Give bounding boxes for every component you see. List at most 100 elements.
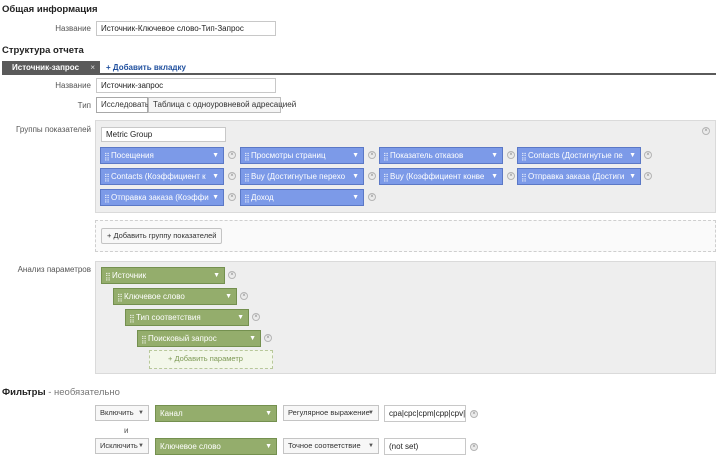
metric-chip-label: Отправка заказа (Достиги xyxy=(528,172,625,181)
chevron-down-icon[interactable]: ▼ xyxy=(265,406,272,421)
metric-chip-label: Contacts (Достигнутые пе xyxy=(528,151,623,160)
drag-handle-icon[interactable]: ⣿ xyxy=(383,170,389,184)
chevron-down-icon[interactable]: ▼ xyxy=(249,331,256,346)
metric-remove-icon[interactable]: × xyxy=(507,172,515,180)
drag-handle-icon[interactable]: ⣿ xyxy=(244,149,250,163)
chevron-down-icon[interactable]: ▼ xyxy=(629,169,636,184)
drag-handle-icon[interactable]: ⣿ xyxy=(141,332,147,346)
dimension-chip[interactable]: ⣿ Источник ▼ xyxy=(101,267,225,284)
metric-chip-label: Buy (Достигнутые перехо xyxy=(251,172,346,181)
filters-title: Фильтры xyxy=(2,387,46,398)
add-metric-group-button[interactable]: + Добавить группу показателей xyxy=(101,228,223,244)
drag-handle-icon[interactable]: ⣿ xyxy=(521,149,527,163)
chevron-down-icon[interactable]: ▼ xyxy=(265,439,272,454)
metric-chip-label: Отправка заказа (Коэффи xyxy=(111,193,209,202)
tab-close-icon[interactable]: × xyxy=(90,61,95,74)
metric-chip[interactable]: ⣿ Contacts (Достигнутые пе ▼ xyxy=(517,147,641,164)
metric-remove-icon[interactable]: × xyxy=(507,151,515,159)
metric-remove-icon[interactable]: × xyxy=(644,151,652,159)
metric-chip-label: Contacts (Коэффициент к xyxy=(111,172,206,181)
filter-value-input[interactable]: cpa|cpc|cpm|cpp|cpv|pc xyxy=(384,405,466,422)
filter-match-select[interactable]: Регулярное выражение ▼ xyxy=(283,405,379,421)
chevron-down-icon[interactable]: ▼ xyxy=(352,169,359,184)
drag-handle-icon[interactable]: ⣿ xyxy=(244,170,250,184)
filter-value-input[interactable]: (not set) xyxy=(384,438,466,455)
add-dimension-button[interactable]: + Добавить параметр xyxy=(149,350,273,369)
metric-chip[interactable]: ⣿ Contacts (Коэффициент к ▼ xyxy=(100,168,224,185)
metric-chip-label: Доход xyxy=(251,193,274,202)
metric-chip-label: Показатель отказов xyxy=(390,151,464,160)
metric-remove-icon[interactable]: × xyxy=(368,151,376,159)
filter-and-connector: и xyxy=(124,426,129,435)
metric-chip[interactable]: ⣿ Отправка заказа (Достиги ▼ xyxy=(517,168,641,185)
drag-handle-icon[interactable]: ⣿ xyxy=(104,170,110,184)
metric-chip-label: Посещения xyxy=(111,151,154,160)
filter-dimension-chip[interactable]: Канал ▼ xyxy=(155,405,277,422)
dimension-chip-label: Тип соответствия xyxy=(136,313,201,322)
chevron-down-icon: ▼ xyxy=(368,443,374,449)
drag-handle-icon[interactable]: ⣿ xyxy=(244,191,250,205)
filter-dimension-chip[interactable]: Ключевое слово ▼ xyxy=(155,438,277,455)
metric-group-remove-icon[interactable]: × xyxy=(702,127,710,135)
filter-mode-select[interactable]: Исключить ▼ xyxy=(95,438,149,454)
metric-chip[interactable]: ⣿ Buy (Коэффициент конве ▼ xyxy=(379,168,503,185)
metric-group-name-input[interactable]: Metric Group xyxy=(101,127,226,142)
metric-chip[interactable]: ⣿ Buy (Достигнутые перехо ▼ xyxy=(240,168,364,185)
type-flat-table-option[interactable]: Таблица с одноуровневой адресацией xyxy=(148,97,296,113)
chevron-down-icon[interactable]: ▼ xyxy=(212,169,219,184)
chevron-down-icon[interactable]: ▼ xyxy=(491,148,498,163)
chevron-down-icon: ▼ xyxy=(138,443,144,449)
dimension-chip[interactable]: ⣿ Тип соответствия ▼ xyxy=(125,309,249,326)
metric-remove-icon[interactable]: × xyxy=(228,172,236,180)
drag-handle-icon[interactable]: ⣿ xyxy=(129,311,135,325)
dimension-remove-icon[interactable]: × xyxy=(240,292,248,300)
filter-match-select[interactable]: Точное соответствие ▼ xyxy=(283,438,379,454)
tab-source-query[interactable]: Источник-запрос × xyxy=(2,61,100,74)
metric-chip[interactable]: ⣿ Просмотры страниц ▼ xyxy=(240,147,364,164)
metric-chip[interactable]: ⣿ Доход ▼ xyxy=(240,189,364,206)
chevron-down-icon[interactable]: ▼ xyxy=(212,190,219,205)
report-name-input[interactable]: Источник-Ключевое слово-Тип-Запрос xyxy=(96,21,276,36)
type-explorer-option[interactable]: Исследовать xyxy=(96,97,149,113)
dimension-chip-label: Источник xyxy=(112,271,147,280)
filter-match-value: Регулярное выражение xyxy=(288,408,370,417)
chevron-down-icon[interactable]: ▼ xyxy=(237,310,244,325)
metric-remove-icon[interactable]: × xyxy=(644,172,652,180)
filter-dimension-label: Ключевое слово xyxy=(160,442,221,451)
dimension-chip[interactable]: ⣿ Ключевое слово ▼ xyxy=(113,288,237,305)
chevron-down-icon[interactable]: ▼ xyxy=(352,190,359,205)
filter-remove-icon[interactable]: × xyxy=(470,443,478,451)
chevron-down-icon[interactable]: ▼ xyxy=(225,289,232,304)
chevron-down-icon[interactable]: ▼ xyxy=(352,148,359,163)
metric-chip[interactable]: ⣿ Посещения ▼ xyxy=(100,147,224,164)
dimension-remove-icon[interactable]: × xyxy=(252,313,260,321)
chevron-down-icon[interactable]: ▼ xyxy=(212,148,219,163)
drag-handle-icon[interactable]: ⣿ xyxy=(104,149,110,163)
filter-dimension-label: Канал xyxy=(160,409,183,418)
filter-mode-select[interactable]: Включить ▼ xyxy=(95,405,149,421)
metric-remove-icon[interactable]: × xyxy=(228,151,236,159)
general-heading: Общая информация xyxy=(2,4,98,15)
drag-handle-icon[interactable]: ⣿ xyxy=(521,170,527,184)
metric-chip-label: Buy (Коэффициент конве xyxy=(390,172,485,181)
chevron-down-icon[interactable]: ▼ xyxy=(213,268,220,283)
metric-chip-label: Просмотры страниц xyxy=(251,151,326,160)
chevron-down-icon[interactable]: ▼ xyxy=(629,148,636,163)
dimension-remove-icon[interactable]: × xyxy=(228,271,236,279)
metric-remove-icon[interactable]: × xyxy=(368,193,376,201)
metric-chip[interactable]: ⣿ Отправка заказа (Коэффи ▼ xyxy=(100,189,224,206)
tab-name-label: Название xyxy=(55,81,91,90)
tab-name-input[interactable]: Источник-запрос xyxy=(96,78,276,93)
drag-handle-icon[interactable]: ⣿ xyxy=(104,191,110,205)
chevron-down-icon[interactable]: ▼ xyxy=(491,169,498,184)
filter-remove-icon[interactable]: × xyxy=(470,410,478,418)
dimension-chip[interactable]: ⣿ Поисковый запрос ▼ xyxy=(137,330,261,347)
metric-remove-icon[interactable]: × xyxy=(228,193,236,201)
drag-handle-icon[interactable]: ⣿ xyxy=(117,290,123,304)
metric-remove-icon[interactable]: × xyxy=(368,172,376,180)
dimension-remove-icon[interactable]: × xyxy=(264,334,272,342)
drag-handle-icon[interactable]: ⣿ xyxy=(383,149,389,163)
metric-chip[interactable]: ⣿ Показатель отказов ▼ xyxy=(379,147,503,164)
add-tab-link[interactable]: + Добавить вкладку xyxy=(106,63,186,72)
drag-handle-icon[interactable]: ⣿ xyxy=(105,269,111,283)
